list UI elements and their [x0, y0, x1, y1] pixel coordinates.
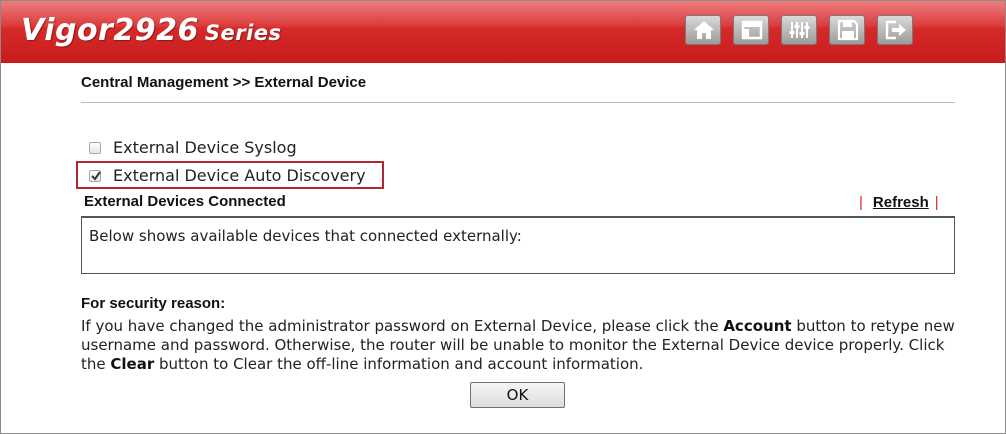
- account-keyword: Account: [723, 317, 792, 335]
- home-button[interactable]: [685, 15, 721, 45]
- security-text: If you have changed the administrator pa…: [81, 317, 955, 373]
- product-logo: Vigor2926 Series: [21, 13, 282, 48]
- layout-icon: [741, 20, 763, 40]
- auto-discovery-checkbox[interactable]: [89, 170, 101, 182]
- layout-button[interactable]: [733, 15, 769, 45]
- page-frame: Vigor2926 Series Central Management >> E…: [0, 0, 1006, 434]
- logo-model: Vigor2926: [21, 13, 199, 48]
- security-heading: For security reason:: [81, 295, 226, 312]
- connected-title: External Devices Connected: [84, 193, 286, 210]
- separator-left: |: [859, 194, 863, 211]
- clear-keyword: Clear: [110, 355, 155, 373]
- sliders-icon: [789, 22, 810, 38]
- save-icon: [837, 19, 859, 41]
- refresh-link[interactable]: Refresh: [873, 194, 929, 211]
- separator-right: |: [934, 194, 939, 211]
- breadcrumb: Central Management >> External Device: [81, 74, 367, 91]
- logout-icon: [885, 20, 906, 40]
- refresh-group: | Refresh |: [859, 194, 939, 211]
- devices-box: Below shows available devices that conne…: [81, 216, 955, 274]
- divider: [81, 102, 955, 103]
- save-button[interactable]: [829, 15, 865, 45]
- logo-series: Series: [204, 21, 282, 45]
- syslog-label: External Device Syslog: [113, 138, 297, 157]
- settings-button[interactable]: [781, 15, 817, 45]
- ok-button[interactable]: OK: [470, 382, 565, 408]
- checkmark-icon: [91, 171, 101, 181]
- header-bar: Vigor2926 Series: [1, 1, 1005, 63]
- home-icon: [694, 21, 714, 39]
- logout-button[interactable]: [877, 15, 913, 45]
- syslog-checkbox[interactable]: [89, 142, 101, 154]
- auto-discovery-label: External Device Auto Discovery: [113, 166, 366, 185]
- devices-box-text: Below shows available devices that conne…: [89, 227, 522, 245]
